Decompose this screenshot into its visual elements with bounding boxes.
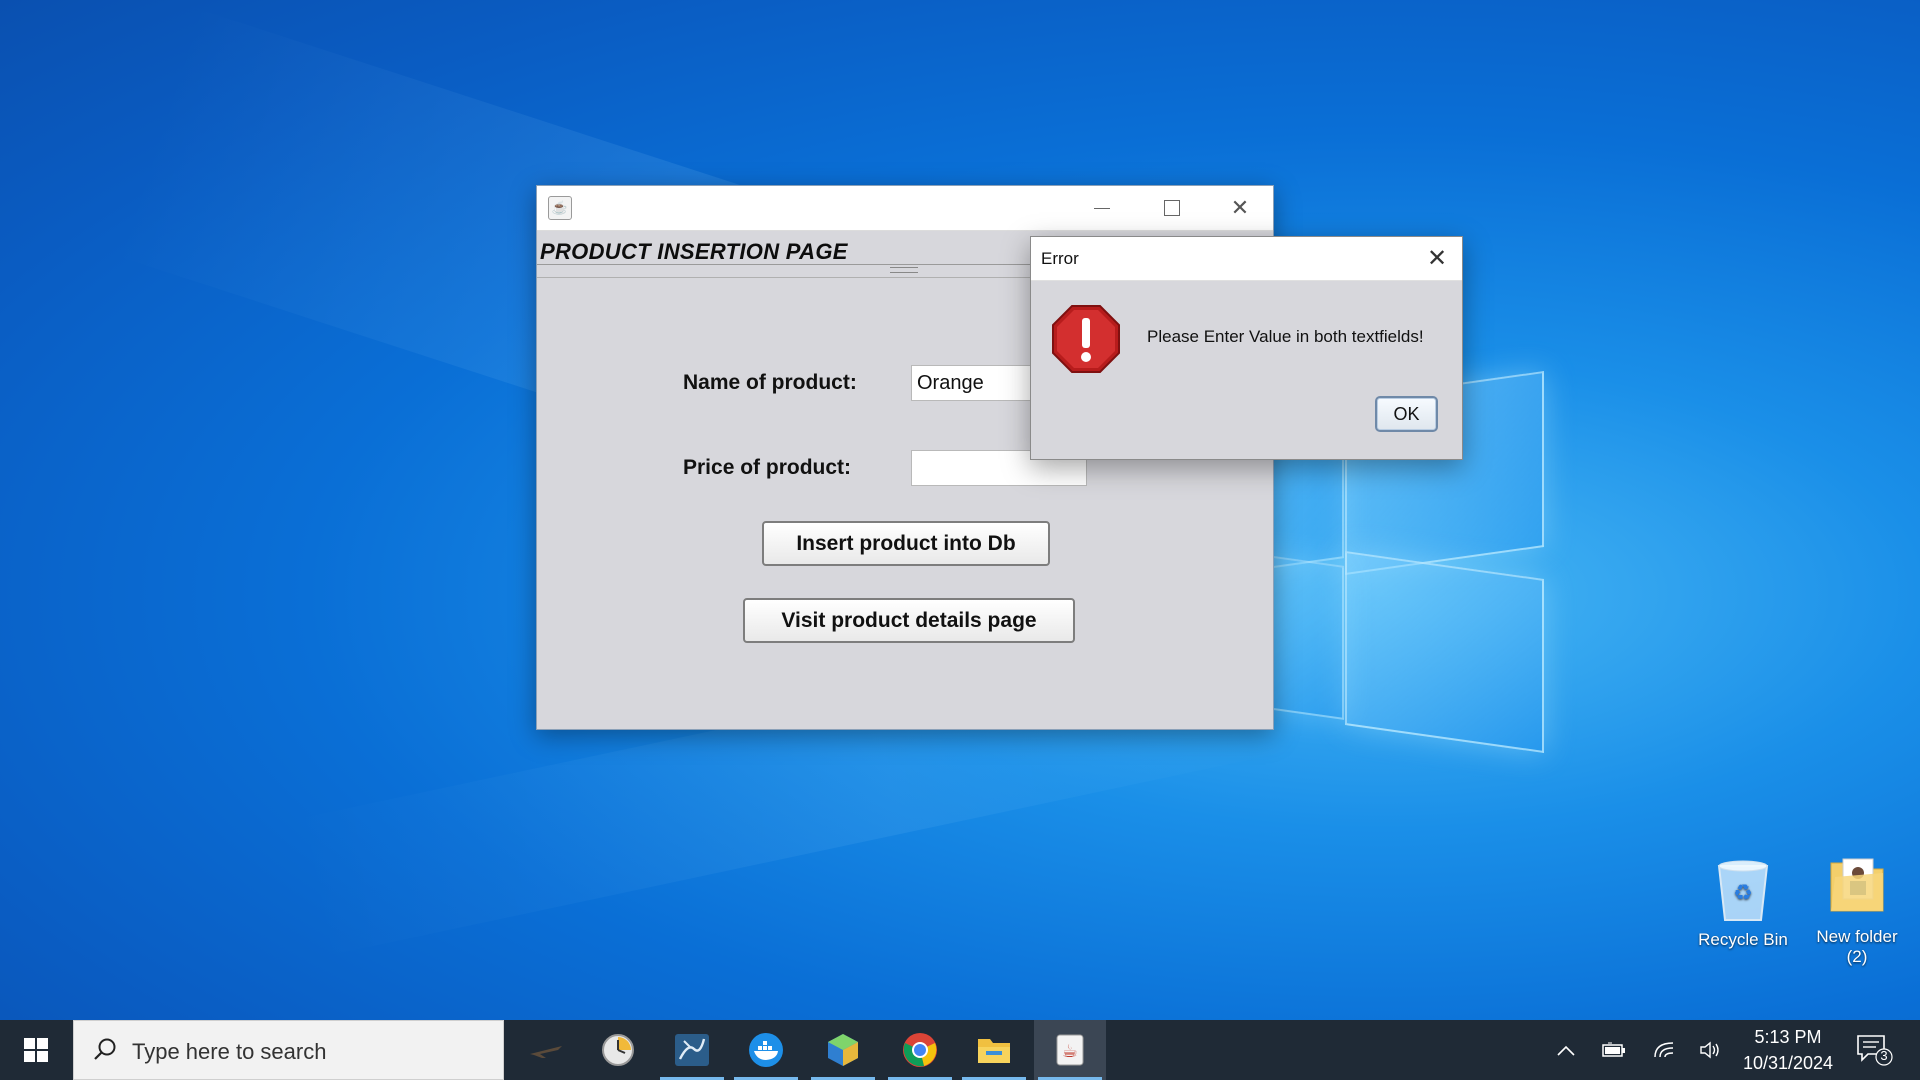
search-icon xyxy=(94,1038,116,1060)
cube-ide-icon xyxy=(828,1034,858,1066)
svg-text:♻: ♻ xyxy=(1733,881,1753,906)
taskbar-app-chrome[interactable] xyxy=(884,1020,956,1080)
new-folder-label-line1: New folder xyxy=(1816,927,1898,946)
file-explorer-icon xyxy=(978,1039,1010,1063)
action-center-button[interactable]: 3 xyxy=(1854,1032,1894,1068)
error-dialog: Error ✕ Please Enter Value in both textf… xyxy=(1030,236,1463,460)
taskbar-app-clock[interactable] xyxy=(582,1020,654,1080)
chrome-icon xyxy=(903,1033,937,1067)
minimize-icon xyxy=(1094,207,1110,209)
clock-icon xyxy=(602,1034,634,1066)
name-label: Name of product: xyxy=(683,371,857,394)
taskbar-app-java[interactable]: ☕ xyxy=(1034,1020,1106,1080)
docker-icon xyxy=(749,1033,783,1067)
dialog-close-button[interactable]: ✕ xyxy=(1412,237,1462,280)
taskbar: Type here to search ☕ 5:13 PM 10/31/2024… xyxy=(0,1020,1920,1080)
dialog-title: Error xyxy=(1041,249,1079,268)
taskbar-app-file-explorer[interactable] xyxy=(958,1020,1030,1080)
new-folder-shortcut[interactable]: New folder (2) xyxy=(1802,853,1912,967)
maximize-icon xyxy=(1164,200,1180,216)
dialog-message: Please Enter Value in both textfields! xyxy=(1147,327,1424,346)
recycle-bin-label: Recycle Bin xyxy=(1698,930,1788,949)
error-icon xyxy=(1052,305,1120,373)
start-button[interactable] xyxy=(0,1020,72,1080)
split-grip-icon[interactable] xyxy=(890,267,918,273)
search-placeholder: Type here to search xyxy=(132,1039,327,1064)
insert-product-button[interactable]: Insert product into Db xyxy=(762,521,1050,566)
taskbar-app-flight[interactable] xyxy=(510,1020,582,1080)
battery-icon xyxy=(1602,1042,1625,1057)
flight-icon xyxy=(530,1046,562,1058)
taskbar-app-docker[interactable] xyxy=(730,1020,802,1080)
close-button[interactable]: ✕ xyxy=(1205,186,1275,230)
search-box[interactable]: Type here to search xyxy=(73,1020,504,1080)
volume-button[interactable] xyxy=(1692,1020,1728,1080)
window-titlebar[interactable]: ☕ ✕ xyxy=(537,186,1273,231)
dialog-titlebar[interactable]: Error ✕ xyxy=(1031,237,1462,281)
volume-icon xyxy=(1700,1041,1719,1059)
close-icon: ✕ xyxy=(1426,245,1448,272)
java-icon: ☕ xyxy=(1056,1034,1084,1066)
taskbar-app-mysql-workbench[interactable] xyxy=(656,1020,728,1080)
folder-icon xyxy=(1825,853,1889,921)
java-icon: ☕ xyxy=(548,196,572,220)
visit-details-button[interactable]: Visit product details page xyxy=(743,598,1075,643)
clock-date: 10/31/2024 xyxy=(1742,1053,1834,1073)
battery-button[interactable] xyxy=(1596,1020,1632,1080)
taskbar-clock[interactable]: 5:13 PM 10/31/2024 xyxy=(1730,1024,1846,1076)
recycle-bin-shortcut[interactable]: ♻ Recycle Bin xyxy=(1688,856,1798,950)
svg-text:☕: ☕ xyxy=(1062,1041,1078,1062)
network-button[interactable] xyxy=(1646,1020,1682,1080)
ok-button[interactable]: OK xyxy=(1375,396,1438,432)
recycle-bin-icon: ♻ xyxy=(1711,856,1775,924)
close-icon: ✕ xyxy=(1230,195,1250,220)
chevron-up-icon xyxy=(1557,1045,1575,1056)
show-hidden-icons-button[interactable] xyxy=(1548,1020,1584,1080)
maximize-button[interactable] xyxy=(1137,186,1207,230)
mysql-workbench-icon xyxy=(675,1034,709,1066)
notification-count-badge: 3 xyxy=(1880,1048,1888,1063)
wifi-icon xyxy=(1654,1042,1674,1058)
clock-time: 5:13 PM xyxy=(1754,1027,1822,1047)
new-folder-label-line2: (2) xyxy=(1846,947,1868,966)
page-title: PRODUCT INSERTION PAGE xyxy=(540,239,848,264)
price-label: Price of product: xyxy=(683,456,852,479)
minimize-button[interactable] xyxy=(1067,186,1137,230)
windows-start-icon xyxy=(24,1038,48,1062)
taskbar-app-cube-ide[interactable] xyxy=(807,1020,879,1080)
